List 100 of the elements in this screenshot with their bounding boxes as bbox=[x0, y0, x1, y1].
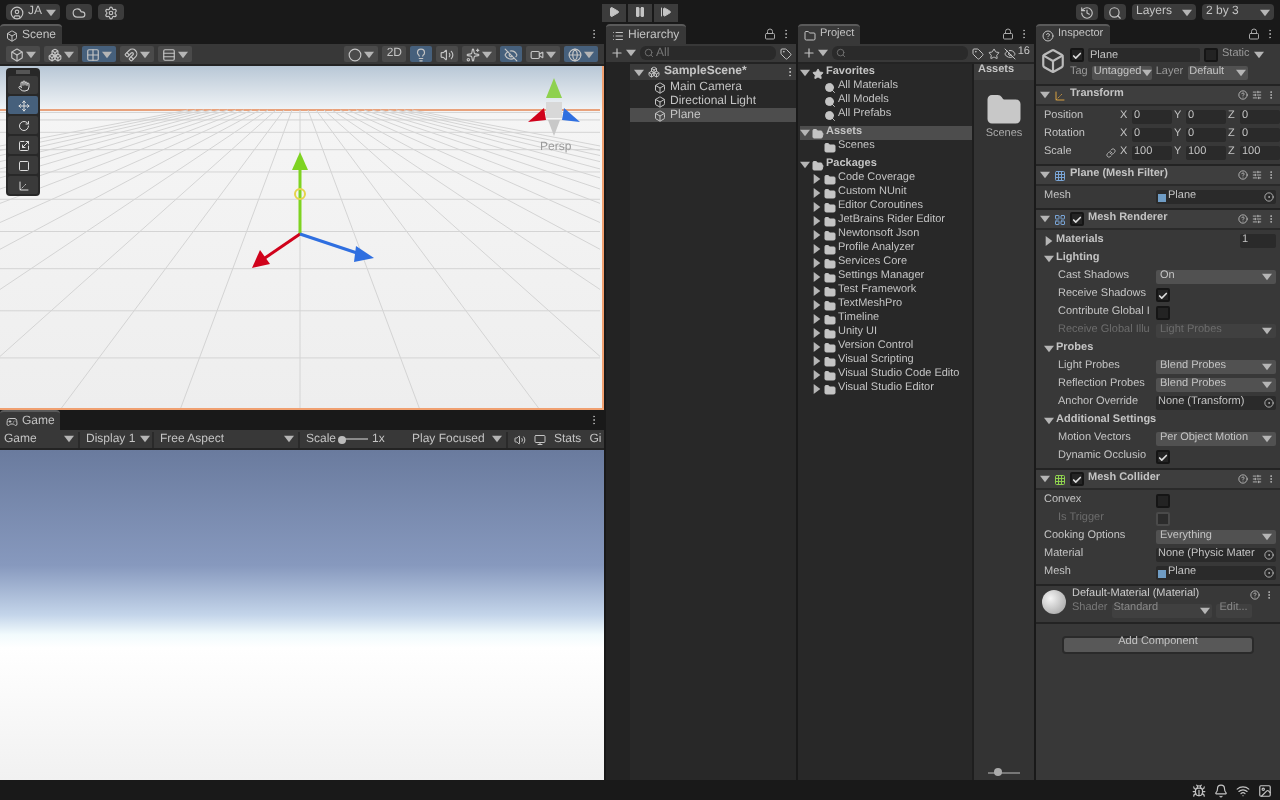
user-icon bbox=[10, 5, 24, 19]
cube-icon bbox=[10, 47, 24, 61]
checkbox[interactable] bbox=[1156, 450, 1170, 464]
open-folder-icon bbox=[812, 127, 824, 139]
pause-button[interactable] bbox=[628, 3, 652, 21]
grid-icon bbox=[1054, 473, 1066, 485]
icon-size-slider[interactable] bbox=[988, 767, 1020, 777]
plus-icon bbox=[610, 46, 624, 60]
tool-button[interactable] bbox=[8, 176, 38, 194]
toolbar-button[interactable] bbox=[462, 46, 496, 62]
sliders-icon bbox=[1252, 170, 1262, 180]
search-button[interactable] bbox=[1104, 4, 1126, 20]
toolbar-button[interactable] bbox=[564, 46, 598, 62]
cloud-button[interactable] bbox=[66, 4, 93, 20]
toolbar-button[interactable] bbox=[120, 46, 154, 62]
camera-icon bbox=[530, 47, 544, 61]
scale-icon bbox=[17, 139, 29, 151]
toolbar-button[interactable] bbox=[500, 46, 522, 62]
network-icon[interactable] bbox=[1236, 783, 1250, 797]
checkbox[interactable] bbox=[1156, 306, 1170, 320]
tool-button[interactable] bbox=[8, 76, 38, 94]
help-icon bbox=[1238, 214, 1248, 224]
toolbar-button[interactable] bbox=[6, 46, 40, 62]
checkbox[interactable] bbox=[1070, 48, 1084, 62]
lock-icon[interactable] bbox=[1248, 28, 1260, 40]
picker-icon[interactable] bbox=[1264, 398, 1274, 408]
sliders-icon bbox=[1252, 474, 1262, 484]
search-icon bbox=[836, 48, 846, 58]
axes-icon bbox=[17, 179, 29, 191]
plus-icon bbox=[802, 46, 816, 60]
bell-icon[interactable] bbox=[1214, 783, 1228, 797]
toolbar-button[interactable] bbox=[436, 46, 458, 62]
caret-icon bbox=[178, 49, 188, 59]
bug-icon[interactable] bbox=[1192, 783, 1206, 797]
caret-icon bbox=[584, 49, 594, 59]
caret-icon bbox=[1262, 434, 1272, 444]
play-icon bbox=[608, 6, 620, 18]
axes-icon bbox=[1054, 89, 1066, 101]
mute-button[interactable] bbox=[510, 431, 528, 447]
link-icon[interactable] bbox=[1106, 148, 1116, 158]
toolbar-button[interactable] bbox=[82, 46, 116, 62]
image-icon[interactable] bbox=[1258, 783, 1272, 797]
sparkles-icon bbox=[466, 47, 480, 61]
search-icon bbox=[1108, 5, 1122, 19]
star-icon[interactable] bbox=[987, 47, 1000, 59]
lock-icon[interactable] bbox=[764, 28, 776, 40]
tag-icon[interactable] bbox=[971, 47, 984, 59]
tag-icon[interactable] bbox=[780, 47, 792, 59]
folder-icon bbox=[804, 29, 816, 41]
step-icon bbox=[660, 6, 672, 18]
settings-button[interactable] bbox=[98, 4, 125, 20]
caret-icon bbox=[102, 49, 112, 59]
help-icon bbox=[1238, 170, 1248, 180]
caret-icon bbox=[140, 49, 150, 59]
info-icon bbox=[1042, 29, 1054, 41]
create-button[interactable] bbox=[610, 45, 636, 61]
caret-icon bbox=[364, 49, 375, 59]
grid-icon bbox=[1054, 213, 1066, 225]
checkbox[interactable] bbox=[1156, 288, 1170, 302]
settings-icon bbox=[104, 5, 119, 19]
checkbox[interactable] bbox=[1070, 472, 1084, 486]
toolbar-button[interactable] bbox=[526, 46, 560, 62]
frame-debugger-button[interactable] bbox=[530, 431, 548, 447]
speaker-icon bbox=[440, 47, 454, 61]
monitor-icon bbox=[533, 433, 545, 445]
search-icon bbox=[644, 48, 654, 58]
caret-icon bbox=[64, 434, 74, 444]
picker-icon[interactable] bbox=[1264, 192, 1274, 202]
open-folder-icon bbox=[812, 159, 824, 171]
search-field[interactable] bbox=[832, 46, 968, 60]
checkbox[interactable] bbox=[1204, 48, 1218, 62]
help-icon bbox=[1238, 90, 1248, 100]
toolbar-button[interactable] bbox=[44, 46, 78, 62]
scale-slider[interactable] bbox=[340, 433, 369, 445]
checkbox[interactable] bbox=[1156, 494, 1170, 508]
hand-icon bbox=[17, 79, 29, 91]
history-button[interactable] bbox=[1076, 4, 1098, 20]
folder-icon bbox=[824, 141, 836, 153]
caret-icon bbox=[626, 48, 636, 58]
rows-icon bbox=[162, 47, 176, 61]
sphere-icon bbox=[348, 47, 363, 61]
folder-icon bbox=[985, 92, 1022, 128]
eye-slash-icon bbox=[1003, 47, 1016, 59]
tool-button[interactable] bbox=[8, 96, 38, 114]
toolbar-button[interactable] bbox=[410, 46, 432, 62]
tool-button[interactable] bbox=[8, 136, 38, 154]
toolbar-button[interactable] bbox=[344, 46, 379, 62]
play-button[interactable] bbox=[602, 3, 626, 21]
toolbar-button[interactable] bbox=[158, 46, 192, 62]
caret-icon bbox=[818, 48, 828, 58]
caret-icon bbox=[492, 434, 502, 444]
eye-slash-icon bbox=[504, 47, 518, 61]
tool-button[interactable] bbox=[8, 156, 38, 174]
caret-icon bbox=[482, 49, 492, 59]
checkbox[interactable] bbox=[1070, 212, 1084, 226]
orientation-gizmo-drawing bbox=[524, 74, 584, 138]
tool-button[interactable] bbox=[8, 116, 38, 134]
create-button[interactable] bbox=[802, 45, 828, 61]
step-button[interactable] bbox=[654, 3, 678, 21]
lock-icon[interactable] bbox=[1002, 28, 1014, 40]
